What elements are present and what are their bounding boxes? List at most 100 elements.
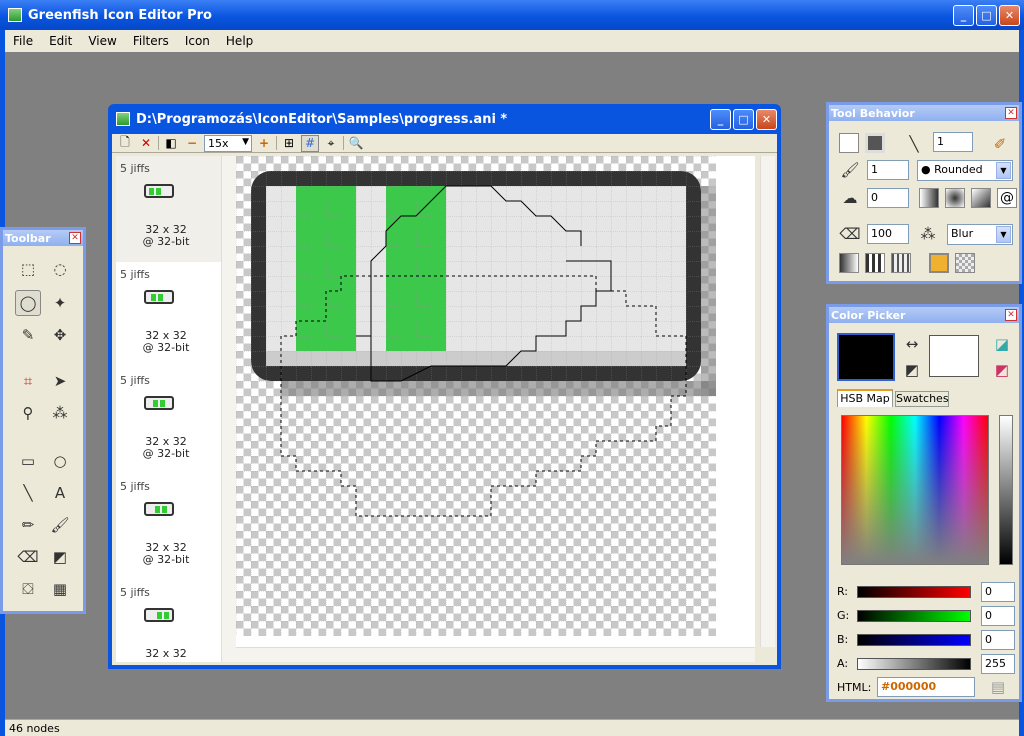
tolerance-field[interactable]: 0 — [867, 188, 909, 208]
reset-colors-icon[interactable]: ◩ — [899, 357, 925, 383]
maximize-button[interactable]: □ — [976, 4, 997, 26]
close-button[interactable]: ✕ — [999, 4, 1020, 26]
hsb-map[interactable] — [841, 415, 989, 565]
blend-normal-icon[interactable] — [839, 253, 859, 273]
canvas-hscrollbar[interactable] — [236, 647, 755, 662]
gradient-spiral-icon[interactable]: @ — [997, 188, 1017, 208]
frame-item[interactable]: 5 jiffs 32 x 32 @ 32-bit — [116, 368, 221, 474]
frame-item[interactable]: 5 jiffs 32 x 32 @ 32-bit — [116, 474, 221, 580]
transparent-color-icon[interactable]: ◪ — [989, 331, 1015, 357]
menu-view[interactable]: View — [80, 34, 124, 48]
frame-properties-icon[interactable]: ◧ — [162, 135, 180, 152]
ellipse-select-icon[interactable]: ◌ — [47, 256, 73, 282]
blue-slider[interactable] — [857, 634, 971, 646]
outline-shape-icon[interactable] — [839, 133, 859, 153]
zoom-select[interactable]: 15x ▼ — [204, 134, 252, 152]
gradient-conical-icon[interactable] — [971, 188, 991, 208]
line-width-icon: ╲ — [909, 135, 919, 153]
r-label: R: — [837, 585, 849, 598]
rect-select-icon[interactable]: ⬚ — [15, 256, 41, 282]
menu-edit[interactable]: Edit — [41, 34, 80, 48]
magic-wand-icon[interactable]: ✦ — [47, 290, 73, 316]
eyedropper-icon[interactable]: ⚲ — [15, 400, 41, 426]
html-color-field[interactable]: #000000 — [877, 677, 975, 697]
doc-close-button[interactable]: ✕ — [756, 108, 777, 130]
pencil-select-icon[interactable]: ✎ — [15, 322, 41, 348]
grid-icon[interactable]: # — [301, 134, 319, 152]
canvas-area[interactable] — [236, 156, 755, 647]
brush-size-field[interactable]: 1 — [867, 160, 909, 180]
frame-list-scrollbar[interactable] — [221, 156, 236, 662]
frame-item[interactable]: 5 jiffs 32 x 32 @ 32-bit — [116, 262, 221, 368]
primary-color-swatch[interactable] — [837, 333, 895, 381]
filled-shape-icon[interactable] — [865, 133, 885, 153]
alpha-field[interactable]: 255 — [981, 654, 1015, 674]
gradient-radial-icon[interactable] — [945, 188, 965, 208]
spray-icon[interactable]: ⁂ — [47, 400, 73, 426]
effect-select[interactable]: Blur ▼ — [947, 224, 1013, 245]
menu-file[interactable]: File — [5, 34, 41, 48]
tab-hsb-map[interactable]: HSB Map — [837, 389, 893, 407]
doc-minimize-button[interactable]: _ — [710, 108, 731, 130]
document-toolbar: 🗋 ✕ ◧ − 15x ▼ + ⊞ # ⌖ 🔍 — [112, 134, 777, 153]
tab-swatches-label: Swatches — [896, 392, 949, 405]
eraser-icon[interactable]: ⌫ — [15, 544, 41, 570]
close-icon[interactable]: ✕ — [1005, 107, 1017, 119]
pointer-icon[interactable]: ➤ — [47, 368, 73, 394]
brightness-slider[interactable] — [999, 415, 1013, 565]
frame-item[interactable]: 5 jiffs 32 x 32 — [116, 580, 221, 662]
red-slider[interactable] — [857, 586, 971, 598]
zoom-out-icon[interactable]: − — [183, 135, 201, 152]
alpha-slider[interactable] — [857, 658, 971, 670]
text-icon[interactable]: A — [47, 480, 73, 506]
doc-maximize-button[interactable]: □ — [733, 108, 754, 130]
gradient-linear-icon[interactable] — [919, 188, 939, 208]
new-frame-icon[interactable]: 🗋 — [116, 135, 134, 152]
inverted-color-icon[interactable]: ◩ — [989, 357, 1015, 383]
line-icon[interactable]: ╲ — [15, 480, 41, 506]
zoom-in-icon[interactable]: + — [255, 135, 273, 152]
texture-color-icon[interactable] — [929, 253, 949, 273]
rectangle-icon[interactable]: ▭ — [15, 448, 41, 474]
status-bar: 46 nodes — [5, 719, 1019, 736]
crop-icon[interactable]: ⌗ — [15, 368, 41, 394]
move-icon[interactable]: ✥ — [47, 322, 73, 348]
search-icon[interactable]: 🔍 — [347, 135, 365, 152]
menu-filters[interactable]: Filters — [125, 34, 177, 48]
green-slider[interactable] — [857, 610, 971, 622]
menu-help[interactable]: Help — [218, 34, 261, 48]
swap-colors-icon[interactable]: ◩ — [47, 544, 73, 570]
close-icon[interactable]: ✕ — [1005, 309, 1017, 321]
fit-icon[interactable]: ⊞ — [280, 135, 298, 152]
toolbar-panel: Toolbar ✕ ⬚ ◌ ◯ ✦ ✎ ✥ ⌗ ➤ ⚲ ⁂ ▭ ○ ╲ A ✏ 🖌… — [0, 227, 86, 614]
opacity-field[interactable]: 100 — [867, 224, 909, 244]
texture-pattern-icon[interactable] — [955, 253, 975, 273]
close-icon[interactable]: ✕ — [69, 232, 81, 244]
brush-shape-select[interactable]: ● Rounded ▼ — [917, 160, 1013, 181]
ellipse-icon[interactable]: ○ — [47, 448, 73, 474]
blend-stripes-icon[interactable] — [865, 253, 885, 273]
fill-icon[interactable]: ⛋ — [15, 576, 41, 602]
gradient-icon[interactable]: ▦ — [47, 576, 73, 602]
green-field[interactable]: 0 — [981, 606, 1015, 626]
brush-icon[interactable]: 🖌 — [47, 512, 73, 538]
tab-swatches[interactable]: Swatches — [895, 391, 949, 407]
red-field[interactable]: 0 — [981, 582, 1015, 602]
frame-delay: 5 jiffs — [120, 586, 150, 599]
crosshair-icon[interactable]: ⌖ — [322, 135, 340, 152]
frame-item[interactable]: 5 jiffs 32 x 32 @ 32-bit — [116, 156, 221, 262]
antialias-icon[interactable]: ✐ — [987, 131, 1013, 157]
blue-field[interactable]: 0 — [981, 630, 1015, 650]
lasso-icon[interactable]: ◯ — [15, 290, 41, 316]
icon-canvas[interactable] — [236, 156, 755, 647]
canvas-vscrollbar[interactable] — [760, 156, 775, 647]
line-width-field[interactable]: 1 — [933, 132, 973, 152]
blend-lines-icon[interactable] — [891, 253, 911, 273]
delete-frame-icon[interactable]: ✕ — [137, 135, 155, 152]
pencil-icon[interactable]: ✏ — [15, 512, 41, 538]
swap-arrows-icon[interactable]: ↔ — [899, 331, 925, 357]
menu-icon[interactable]: Icon — [177, 34, 218, 48]
minimize-button[interactable]: _ — [953, 4, 974, 26]
palette-icon[interactable]: ▤ — [985, 674, 1011, 700]
secondary-color-swatch[interactable] — [929, 335, 979, 377]
